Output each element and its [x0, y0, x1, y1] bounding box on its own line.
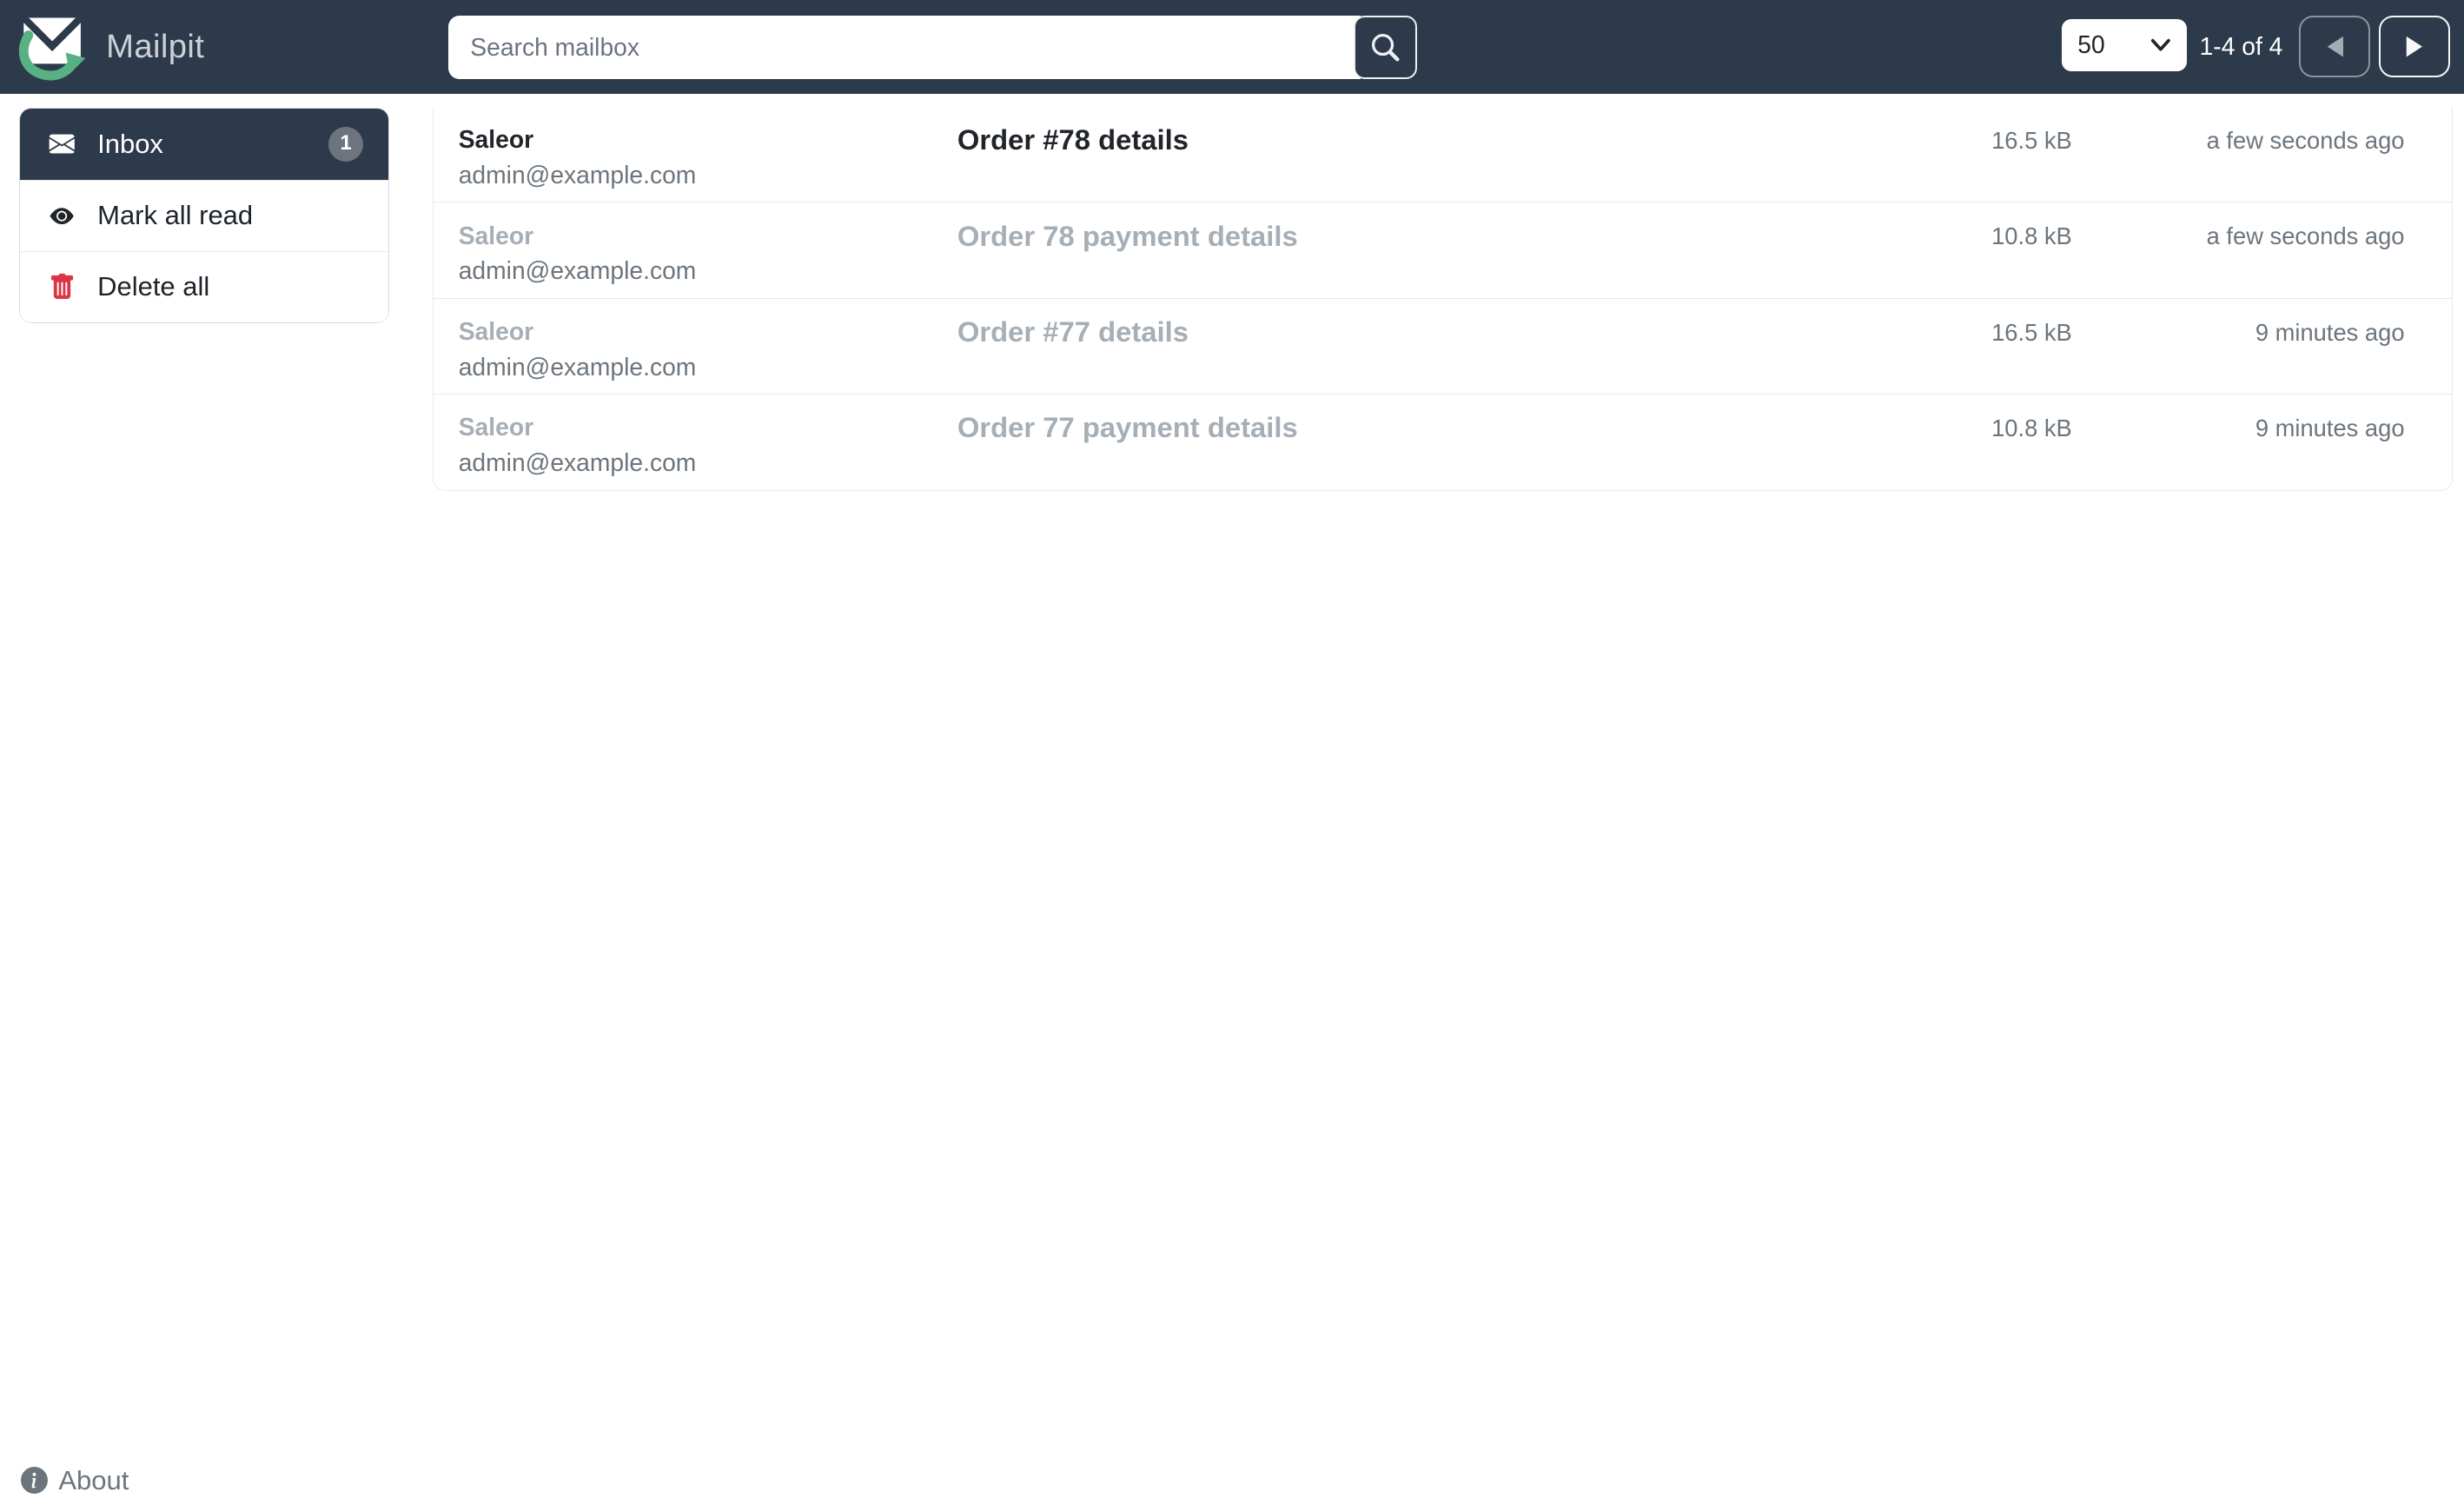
message-sender-email: admin@example.com	[458, 352, 697, 381]
message-from-block: Saleor admin@example.com	[459, 315, 957, 394]
brand-title: Mailpit	[106, 27, 205, 65]
per-page-value: 50	[2077, 30, 2105, 59]
message-sender: Saleor	[458, 413, 534, 441]
about-link[interactable]: About	[20, 1464, 129, 1496]
message-timestamp: a few seconds ago	[2206, 222, 2405, 250]
message-row[interactable]: Saleor admin@example.com Order #77 detai…	[433, 299, 2453, 395]
search-button[interactable]	[1354, 16, 1418, 80]
sidebar-item-delete-all[interactable]: Delete all	[19, 250, 389, 322]
message-subject: Order #77 details	[957, 315, 1189, 348]
triangle-right-icon	[2404, 35, 2425, 58]
top-navbar: Mailpit 50 1-4 of 4	[0, 0, 2464, 94]
mailpit-app: Mailpit 50 1-4 of 4	[0, 0, 2464, 1512]
message-sender: Saleor	[458, 125, 534, 154]
sidebar-item-mark-all-read[interactable]: Mark all read	[19, 179, 389, 251]
message-sender-email: admin@example.com	[458, 161, 697, 189]
envelope-icon	[45, 131, 78, 156]
mark-all-read-label: Mark all read	[97, 200, 254, 231]
message-from-block: Saleor admin@example.com	[459, 219, 957, 298]
magnifier-icon	[1370, 32, 1401, 63]
message-timestamp: 9 minutes ago	[2255, 414, 2405, 441]
sidebar: Inbox 1 Mark all read Delete all	[18, 107, 390, 323]
message-row[interactable]: Saleor admin@example.com Order 78 paymen…	[433, 202, 2453, 299]
next-page-button[interactable]	[2378, 16, 2450, 78]
brand-home-link[interactable]: Mailpit	[17, 13, 204, 81]
search-input[interactable]	[447, 16, 1361, 80]
per-page-select[interactable]: 50	[2062, 18, 2187, 71]
message-timestamp: 9 minutes ago	[2255, 318, 2405, 346]
message-timestamp: a few seconds ago	[2206, 127, 2405, 155]
message-sender: Saleor	[458, 316, 534, 345]
message-list: Saleor admin@example.com Order #78 detai…	[432, 107, 2454, 492]
message-sender: Saleor	[458, 221, 534, 249]
message-sender-email: admin@example.com	[458, 448, 697, 476]
message-row[interactable]: Saleor admin@example.com Order 77 paymen…	[434, 395, 2453, 490]
info-circle-icon	[20, 1467, 48, 1495]
sidebar-inbox-label: Inbox	[97, 128, 163, 159]
trash-icon	[45, 273, 78, 302]
delete-all-label: Delete all	[97, 271, 210, 302]
unread-count-badge: 1	[328, 126, 364, 162]
message-size: 10.8 kB	[1991, 222, 2072, 250]
message-sender-email: admin@example.com	[458, 256, 697, 285]
message-from-block: Saleor admin@example.com	[459, 123, 957, 202]
message-size: 16.5 kB	[1991, 127, 2072, 155]
message-subject: Order 78 payment details	[957, 219, 1298, 252]
eye-icon	[45, 204, 78, 228]
about-label: About	[58, 1464, 129, 1495]
message-subject: Order 77 payment details	[957, 411, 1298, 444]
message-size: 16.5 kB	[1991, 318, 2072, 346]
message-subject: Order #78 details	[957, 123, 1189, 156]
pagination-range: 1-4 of 4	[2199, 32, 2283, 61]
chevron-down-icon	[2150, 38, 2171, 52]
triangle-left-icon	[2325, 35, 2346, 58]
mailpit-logo-icon	[17, 13, 87, 81]
previous-page-button[interactable]	[2299, 16, 2371, 78]
sidebar-item-inbox[interactable]: Inbox 1	[19, 108, 389, 180]
message-from-block: Saleor admin@example.com	[459, 410, 957, 490]
search-form	[447, 16, 1418, 80]
message-size: 10.8 kB	[1991, 414, 2072, 441]
message-row[interactable]: Saleor admin@example.com Order #78 detai…	[433, 107, 2453, 203]
